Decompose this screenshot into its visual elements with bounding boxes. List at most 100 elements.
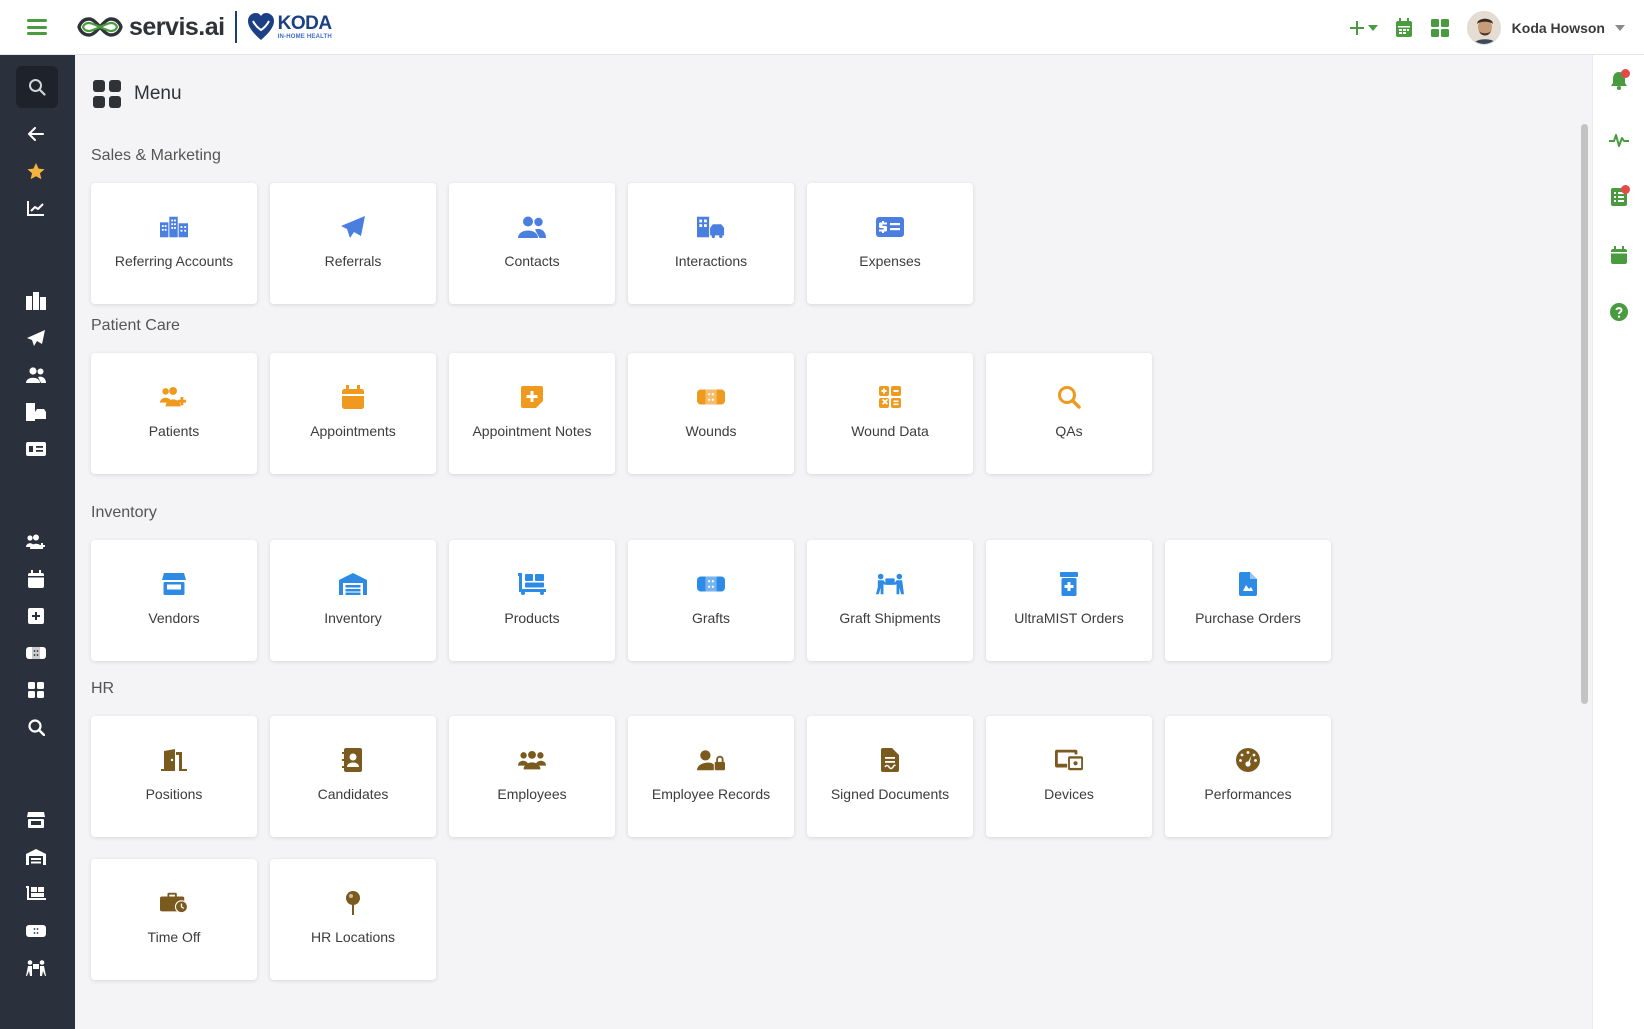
activity-pulse-icon[interactable]: [1607, 128, 1631, 152]
people-carry-icon[interactable]: [24, 956, 48, 980]
tile-candidates[interactable]: Candidates: [270, 716, 436, 837]
money-card-icon[interactable]: [24, 437, 48, 461]
tile-positions[interactable]: Positions: [91, 716, 257, 837]
task-list-icon[interactable]: [1607, 185, 1631, 209]
tile-label: Patients: [148, 423, 200, 439]
partner-logo: KODA IN-HOME HEALTH: [247, 12, 332, 42]
note-plus-icon[interactable]: [24, 604, 48, 628]
tile-interactions[interactable]: Interactions: [628, 183, 794, 304]
buildings-icon: [160, 213, 188, 241]
tile-label: Products: [504, 610, 560, 626]
warehouse-icon[interactable]: [24, 845, 48, 869]
magnifier-icon[interactable]: [24, 715, 48, 739]
tile-qas[interactable]: QAs: [986, 353, 1152, 474]
section-title-inventory: Inventory: [91, 504, 157, 521]
paper-plane-icon[interactable]: [24, 326, 48, 350]
calculator-icon[interactable]: [24, 678, 48, 702]
user-name[interactable]: Koda Howson: [1512, 20, 1605, 36]
tile-label: Devices: [1044, 786, 1094, 802]
avatar[interactable]: [1466, 10, 1501, 45]
money-card-icon: [876, 213, 904, 241]
menu-grid-icon: [93, 80, 121, 108]
tile-label: Referring Accounts: [114, 253, 234, 269]
tile-purchase-orders[interactable]: Purchase Orders: [1165, 540, 1331, 661]
tile-patients[interactable]: Patients: [91, 353, 257, 474]
tile-label: Employee Records: [651, 786, 771, 802]
line-chart-icon[interactable]: [24, 196, 48, 220]
hamburger-menu-icon[interactable]: [27, 19, 47, 35]
section-title-hr: HR: [91, 680, 115, 697]
favorites-star-icon[interactable]: [24, 159, 48, 183]
tile-employee-records[interactable]: Employee Records: [628, 716, 794, 837]
building-car-icon: [697, 213, 725, 241]
store-icon[interactable]: [24, 808, 48, 832]
tile-inventory[interactable]: Inventory: [270, 540, 436, 661]
tile-referrals[interactable]: Referrals: [270, 183, 436, 304]
tile-label: Wounds: [685, 423, 737, 439]
tile-expenses[interactable]: Expenses: [807, 183, 973, 304]
calendar-icon[interactable]: [1607, 243, 1631, 267]
bandage-icon: [697, 383, 725, 411]
users-icon: [518, 746, 546, 774]
tile-label: QAs: [1055, 423, 1083, 439]
apps-grid-icon[interactable]: [1428, 16, 1452, 40]
people-carry-icon: [876, 570, 904, 598]
tile-signed-documents[interactable]: Signed Documents: [807, 716, 973, 837]
tile-contacts[interactable]: Contacts: [449, 183, 615, 304]
devices-icon: [1055, 746, 1083, 774]
tile-employees[interactable]: Employees: [449, 716, 615, 837]
tile-vendors[interactable]: Vendors: [91, 540, 257, 661]
tile-label: Contacts: [504, 253, 560, 269]
section-title-patient-care: Patient Care: [91, 317, 180, 334]
user-menu-caret-icon[interactable]: [1615, 24, 1625, 31]
tile-label: UltraMIST Orders: [1014, 610, 1124, 626]
user-lock-icon: [697, 746, 725, 774]
tile-appointment-notes[interactable]: Appointment Notes: [449, 353, 615, 474]
tile-label: Performances: [1204, 786, 1292, 802]
tile-hr-locations[interactable]: HR Locations: [270, 859, 436, 980]
notification-dot: [1621, 69, 1630, 78]
store-icon: [160, 570, 188, 598]
tile-wound-data[interactable]: Wound Data: [807, 353, 973, 474]
tile-grafts[interactable]: Grafts: [628, 540, 794, 661]
tile-label: Inventory: [324, 610, 382, 626]
tile-ultramist-orders[interactable]: UltraMIST Orders: [986, 540, 1152, 661]
section-title-sales: Sales & Marketing: [91, 147, 221, 164]
tile-referring-accounts[interactable]: Referring Accounts: [91, 183, 257, 304]
calendar-icon[interactable]: [1392, 16, 1416, 40]
help-icon[interactable]: [1607, 300, 1631, 324]
tile-products[interactable]: Products: [449, 540, 615, 661]
chevron-down-icon[interactable]: [1366, 16, 1380, 40]
main-content: Menu Sales & Marketing Referring Account…: [75, 55, 1592, 1029]
calendar-icon[interactable]: [24, 567, 48, 591]
tile-label: HR Locations: [310, 929, 396, 945]
infinity-logo-icon: [77, 17, 123, 37]
right-rail: [1592, 55, 1644, 1029]
tile-devices[interactable]: Devices: [986, 716, 1152, 837]
back-arrow-icon[interactable]: [24, 122, 48, 146]
add-new-icon[interactable]: [1348, 16, 1366, 40]
users-icon[interactable]: [24, 363, 48, 387]
sidebar-search-icon[interactable]: [16, 66, 58, 108]
bandage-icon[interactable]: [24, 919, 48, 943]
tile-wounds[interactable]: Wounds: [628, 353, 794, 474]
brand-logo[interactable]: servis.ai KODA IN-HOME HEALTH: [77, 11, 332, 43]
paper-plane-icon: [339, 213, 367, 241]
tile-appointments[interactable]: Appointments: [270, 353, 436, 474]
tile-graft-shipments[interactable]: Graft Shipments: [807, 540, 973, 661]
tile-label: Candidates: [317, 786, 389, 802]
tile-time-off[interactable]: Time Off: [91, 859, 257, 980]
bandage-icon[interactable]: [24, 641, 48, 665]
building-car-icon[interactable]: [24, 400, 48, 424]
calculator-icon: [876, 383, 904, 411]
tile-performances[interactable]: Performances: [1165, 716, 1331, 837]
map-pin-icon: [339, 889, 367, 917]
note-plus-icon: [518, 383, 546, 411]
notifications-bell-icon[interactable]: [1607, 69, 1631, 93]
door-open-icon: [160, 746, 188, 774]
dolly-icon[interactable]: [24, 882, 48, 906]
buildings-icon[interactable]: [24, 289, 48, 313]
patients-icon[interactable]: [24, 530, 48, 554]
file-signature-icon: [876, 746, 904, 774]
brand-divider: [234, 11, 237, 43]
